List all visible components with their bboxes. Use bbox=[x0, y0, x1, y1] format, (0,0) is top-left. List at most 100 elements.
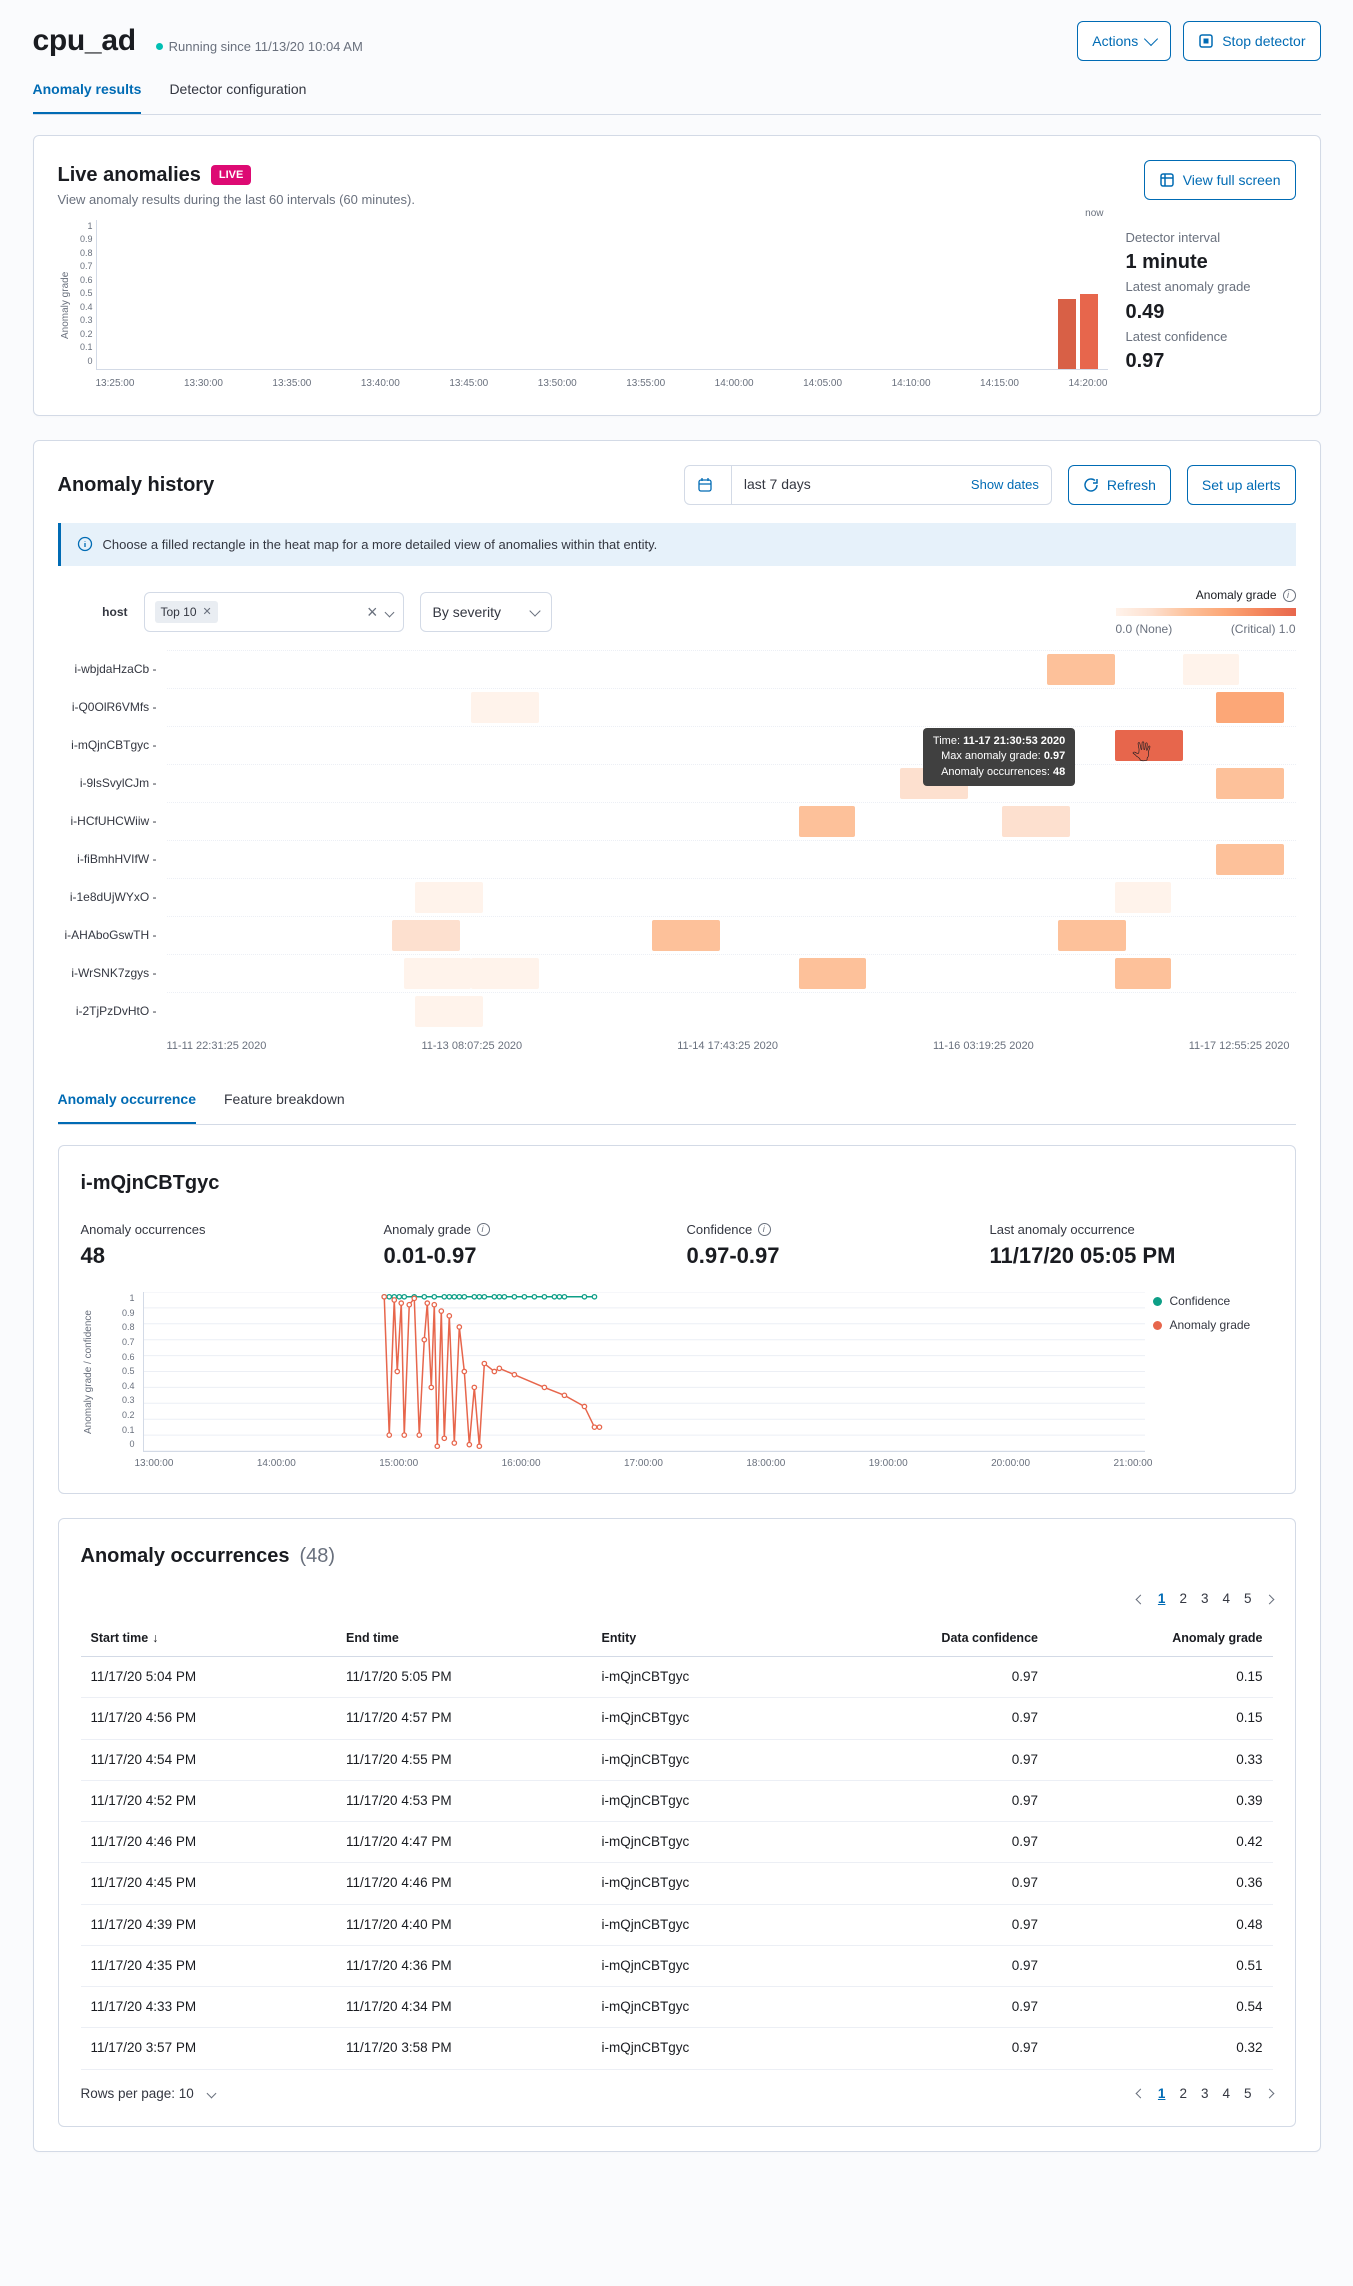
col-conf[interactable]: Data confidence bbox=[811, 1621, 1048, 1656]
history-title: Anomaly history bbox=[58, 470, 215, 500]
heatmap-cell[interactable] bbox=[471, 958, 539, 989]
heatmap-cell[interactable] bbox=[404, 958, 472, 989]
next-page-button[interactable] bbox=[1264, 1594, 1274, 1604]
sort-selector[interactable]: By severity bbox=[420, 592, 552, 632]
info-icon bbox=[1283, 589, 1296, 602]
heatmap-row bbox=[167, 802, 1296, 840]
heatmap-ylabel: i-WrSNK7zgys - bbox=[58, 954, 157, 992]
tab-detector-config[interactable]: Detector configuration bbox=[169, 69, 306, 114]
anomaly-history-panel: Anomaly history last 7 days Show dates R… bbox=[33, 440, 1321, 2152]
table-row[interactable]: 11/17/20 4:46 PM11/17/20 4:47 PMi-mQjnCB… bbox=[81, 1822, 1273, 1863]
actions-button[interactable]: Actions bbox=[1077, 21, 1171, 61]
heatmap-row bbox=[167, 878, 1296, 916]
heatmap-cell[interactable] bbox=[392, 920, 460, 951]
table-row[interactable]: 11/17/20 3:57 PM11/17/20 3:58 PMi-mQjnCB… bbox=[81, 2028, 1273, 2069]
date-picker[interactable]: last 7 days Show dates bbox=[684, 465, 1052, 505]
date-range-label: last 7 days bbox=[744, 474, 811, 495]
page-3[interactable]: 3 bbox=[1201, 2084, 1209, 2104]
live-anomalies-panel: Live anomalies Live View anomaly results… bbox=[33, 135, 1321, 416]
page-5[interactable]: 5 bbox=[1244, 1589, 1252, 1609]
heatmap-ylabel: i-1e8dUjWYxO - bbox=[58, 878, 157, 916]
page-4[interactable]: 4 bbox=[1222, 2084, 1230, 2104]
heatmap-ylabel: i-AHAboGswTH - bbox=[58, 916, 157, 954]
info-icon bbox=[477, 1223, 490, 1236]
tab-feature-breakdown[interactable]: Feature breakdown bbox=[224, 1079, 345, 1124]
prev-page-button[interactable] bbox=[1135, 1594, 1145, 1604]
heatmap-cell[interactable] bbox=[1216, 844, 1284, 875]
live-subtitle: View anomaly results during the last 60 … bbox=[58, 190, 415, 210]
table-row[interactable]: 11/17/20 4:39 PM11/17/20 4:40 PMi-mQjnCB… bbox=[81, 1904, 1273, 1945]
heatmap-row bbox=[167, 688, 1296, 726]
tab-anomaly-occurrence[interactable]: Anomaly occurrence bbox=[58, 1079, 197, 1124]
page-2[interactable]: 2 bbox=[1179, 1589, 1187, 1609]
chevron-down-icon bbox=[1144, 32, 1158, 46]
heatmap-row bbox=[167, 840, 1296, 878]
view-full-screen-button[interactable]: View full screen bbox=[1144, 160, 1296, 200]
heatmap-cell[interactable] bbox=[799, 958, 867, 989]
tag-remove-icon[interactable]: ✕ bbox=[203, 604, 212, 621]
entity-tag[interactable]: Top 10 ✕ bbox=[155, 601, 218, 623]
page-5[interactable]: 5 bbox=[1244, 2084, 1252, 2104]
refresh-icon bbox=[1083, 477, 1099, 493]
heatmap-row bbox=[167, 954, 1296, 992]
page-2[interactable]: 2 bbox=[1179, 2084, 1187, 2104]
set-up-alerts-button[interactable]: Set up alerts bbox=[1187, 465, 1296, 505]
calendar-icon bbox=[697, 477, 713, 493]
live-badge: Live bbox=[211, 165, 251, 186]
heatmap-cell[interactable] bbox=[415, 996, 483, 1027]
heatmap-cell[interactable] bbox=[1002, 806, 1070, 837]
heatmap-cell[interactable] bbox=[652, 920, 720, 951]
live-bars bbox=[1058, 294, 1098, 369]
heatmap-cell[interactable] bbox=[799, 806, 855, 837]
heatmap-ylabel: i-2TjPzDvHtO - bbox=[58, 992, 157, 1030]
col-grade[interactable]: Anomaly grade bbox=[1048, 1621, 1273, 1656]
prev-page-button[interactable] bbox=[1135, 2089, 1145, 2099]
page-1[interactable]: 1 bbox=[1158, 1589, 1166, 1609]
heatmap-cell[interactable] bbox=[415, 882, 483, 913]
entity-field-label: host bbox=[58, 603, 128, 621]
cursor-icon: 🖑 bbox=[1132, 740, 1151, 767]
heatmap[interactable]: Time: 11-17 21:30:53 2020 Max anomaly gr… bbox=[167, 650, 1296, 1030]
table-row[interactable]: 11/17/20 4:35 PM11/17/20 4:36 PMi-mQjnCB… bbox=[81, 1945, 1273, 1986]
col-entity[interactable]: Entity bbox=[592, 1621, 811, 1656]
heatmap-cell[interactable] bbox=[471, 692, 539, 723]
refresh-button[interactable]: Refresh bbox=[1068, 465, 1171, 505]
entity-detail-panel: i-mQjnCBTgyc Anomaly occurrences48 Anoma… bbox=[58, 1145, 1296, 1495]
col-end[interactable]: End time bbox=[336, 1621, 592, 1656]
heatmap-cell[interactable] bbox=[1115, 882, 1171, 913]
heatmap-row bbox=[167, 916, 1296, 954]
heatmap-cell[interactable] bbox=[1058, 920, 1126, 951]
chevron-down-icon bbox=[206, 2089, 216, 2099]
table-row[interactable]: 11/17/20 5:04 PM11/17/20 5:05 PMi-mQjnCB… bbox=[81, 1657, 1273, 1698]
heatmap-cell[interactable] bbox=[1216, 692, 1284, 723]
next-page-button[interactable] bbox=[1264, 2089, 1274, 2099]
heatmap-cell[interactable] bbox=[1216, 768, 1284, 799]
heatmap-ylabel: i-wbjdaHzaCb - bbox=[58, 650, 157, 688]
occurrences-panel: Anomaly occurrences (48) 12345 Start tim… bbox=[58, 1518, 1296, 2127]
table-row[interactable]: 11/17/20 4:56 PM11/17/20 4:57 PMi-mQjnCB… bbox=[81, 1698, 1273, 1739]
heatmap-cell[interactable] bbox=[1115, 958, 1171, 989]
table-row[interactable]: 11/17/20 4:52 PM11/17/20 4:53 PMi-mQjnCB… bbox=[81, 1780, 1273, 1821]
stop-detector-button[interactable]: Stop detector bbox=[1183, 21, 1320, 61]
heatmap-ylabel: i-fiBmhHVIfW - bbox=[58, 840, 157, 878]
page-1[interactable]: 1 bbox=[1158, 2084, 1166, 2104]
page-3[interactable]: 3 bbox=[1201, 1589, 1209, 1609]
col-start[interactable]: Start time↓ bbox=[81, 1621, 337, 1656]
heatmap-ylabel: i-9lsSvylCJm - bbox=[58, 764, 157, 802]
heatmap-ylabel: i-mQjnCBTgyc - bbox=[58, 726, 157, 764]
info-icon bbox=[758, 1223, 771, 1236]
tab-anomaly-results[interactable]: Anomaly results bbox=[33, 69, 142, 114]
clear-icon[interactable]: × bbox=[367, 603, 378, 621]
fullscreen-icon bbox=[1159, 172, 1175, 188]
table-row[interactable]: 11/17/20 4:45 PM11/17/20 4:46 PMi-mQjnCB… bbox=[81, 1863, 1273, 1904]
heatmap-cell[interactable] bbox=[1183, 654, 1239, 685]
heatmap-cell[interactable] bbox=[1047, 654, 1115, 685]
sort-desc-icon: ↓ bbox=[152, 1629, 158, 1648]
show-dates-link[interactable]: Show dates bbox=[971, 475, 1039, 495]
live-stats: Detector interval 1 minute Latest anomal… bbox=[1126, 220, 1296, 391]
table-row[interactable]: 11/17/20 4:54 PM11/17/20 4:55 PMi-mQjnCB… bbox=[81, 1739, 1273, 1780]
entity-selector[interactable]: Top 10 ✕ × bbox=[144, 592, 404, 632]
table-row[interactable]: 11/17/20 4:33 PM11/17/20 4:34 PMi-mQjnCB… bbox=[81, 1987, 1273, 2028]
rows-per-page[interactable]: Rows per page: 10 bbox=[81, 2084, 215, 2104]
page-4[interactable]: 4 bbox=[1222, 1589, 1230, 1609]
